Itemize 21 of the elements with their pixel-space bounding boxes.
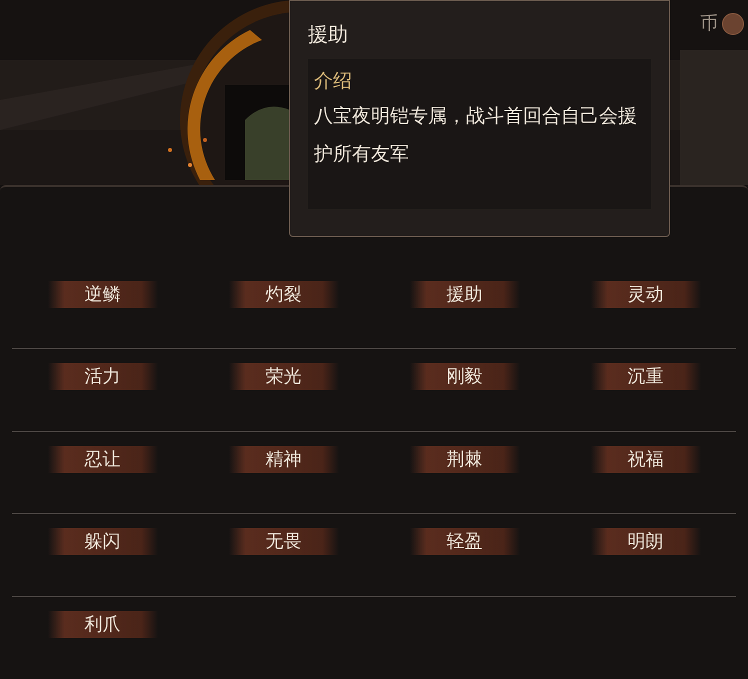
skill-button[interactable]: 援助	[410, 281, 520, 308]
skill-button[interactable]: 灼裂	[228, 281, 338, 308]
skill-button[interactable]: 无畏	[228, 528, 338, 556]
skill-button[interactable]: 灵动	[590, 281, 700, 308]
skill-button[interactable]: 活力	[48, 363, 158, 390]
description-text: 八宝夜明铠专属，战斗首回合自己会援护所有友军	[314, 104, 638, 167]
skill-button[interactable]: 荣光	[228, 363, 338, 390]
tooltip-title: 援助	[308, 21, 349, 48]
skill-button[interactable]: 荆棘	[410, 446, 520, 473]
skill-button[interactable]: 明朗	[590, 528, 700, 556]
skill-button[interactable]: 祝福	[590, 446, 700, 473]
skill-button[interactable]: 逆鳞	[48, 281, 158, 308]
skill-button[interactable]: 躲闪	[48, 528, 158, 556]
skill-button[interactable]: 沉重	[590, 363, 700, 390]
skill-button[interactable]: 刚毅	[410, 363, 520, 390]
skill-button[interactable]: 轻盈	[410, 528, 520, 556]
section-heading: 介绍	[314, 69, 353, 94]
skill-button[interactable]: 精神	[228, 446, 338, 473]
skill-button[interactable]: 利爪	[48, 610, 158, 638]
skill-button[interactable]: 忍让	[48, 446, 158, 473]
currency-label: 币	[700, 12, 718, 36]
